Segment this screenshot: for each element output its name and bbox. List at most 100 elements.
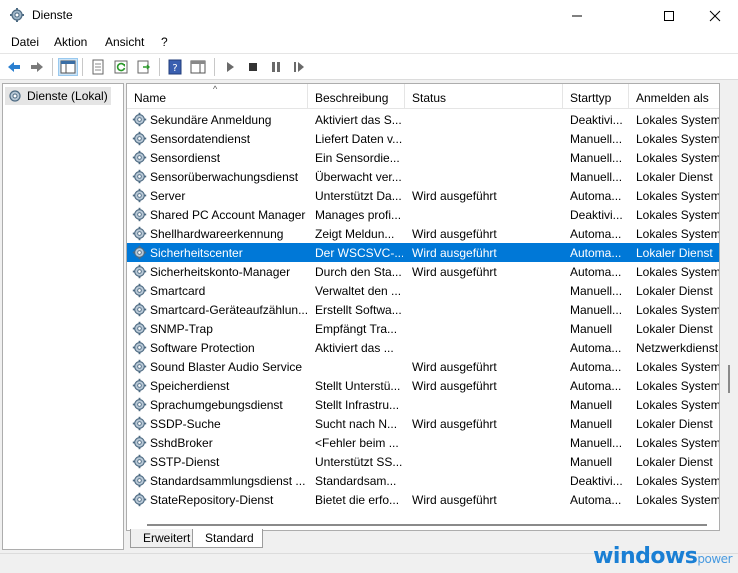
service-name: SNMP-Trap <box>150 322 213 336</box>
service-starttype: Automa... <box>570 341 622 355</box>
table-row[interactable]: Sensordienst Ein Sensordie... Manuell... Lo… <box>127 148 719 167</box>
table-row[interactable]: Sekundäre Anmeldung Aktiviert das S... Dea… <box>127 110 719 129</box>
show-hide-console-tree-button[interactable] <box>58 58 78 76</box>
service-gear-icon <box>132 264 147 279</box>
stop-service-button[interactable] <box>243 58 263 76</box>
service-gear-icon <box>132 188 147 203</box>
start-service-button[interactable] <box>220 58 240 76</box>
service-starttype: Manuell... <box>570 284 623 298</box>
restart-service-button[interactable] <box>289 58 309 76</box>
column-name[interactable]: Name ^ <box>127 84 308 109</box>
service-name: Server <box>150 189 186 203</box>
table-row[interactable]: SSTP-Dienst Unterstützt SS... Manuell Lokal… <box>127 452 719 471</box>
table-row[interactable]: Shellhardwareerkennung Zeigt Meldun... Wir… <box>127 224 719 243</box>
table-row[interactable]: Sprachumgebungsdienst Stellt Infrastru...… <box>127 395 719 414</box>
service-logon: Lokales System <box>636 493 720 507</box>
service-logon: Netzwerkdienst <box>636 341 719 355</box>
table-row[interactable]: Speicherdienst Stellt Unterstü... Wird aus… <box>127 376 719 395</box>
watermark-logo: windowspower <box>593 544 732 569</box>
service-starttype: Manuell... <box>570 170 623 184</box>
scroll-thumb[interactable] <box>147 524 707 526</box>
service-description: Unterstützt Da... <box>315 189 402 203</box>
service-logon: Lokaler Dienst <box>636 455 713 469</box>
tree-item-services-local[interactable]: Dienste (Lokal) <box>5 87 111 105</box>
service-starttype: Manuell... <box>570 303 623 317</box>
table-row[interactable]: Sensorüberwachungsdienst Überwacht ver...… <box>127 167 719 186</box>
service-starttype: Automa... <box>570 360 622 374</box>
table-row[interactable]: Shared PC Account Manager Manages profi..… <box>127 205 720 224</box>
table-row[interactable]: Sicherheitscenter Der WSCSVC-... Wird ausg… <box>127 243 719 262</box>
service-logon: Lokaler Dienst <box>636 322 713 336</box>
service-gear-icon <box>132 245 147 260</box>
toolbar-separator <box>82 58 83 76</box>
action-pane-icon <box>190 60 206 74</box>
service-starttype: Manuell... <box>570 151 623 165</box>
table-row[interactable]: Smartcard Verwaltet den ... Manuell... Loka… <box>127 281 719 300</box>
service-name: Shellhardwareerkennung <box>150 227 284 241</box>
service-description: Erstellt Softwa... <box>315 303 402 317</box>
service-starttype: Automa... <box>570 265 622 279</box>
table-row[interactable]: SSDP-Suche Sucht nach N... Wird ausgeführt… <box>127 414 719 433</box>
service-name: Sicherheitscenter <box>150 246 243 260</box>
service-name: Software Protection <box>150 341 255 355</box>
scroll-thumb[interactable] <box>728 365 730 393</box>
toolbar-separator <box>159 58 160 76</box>
table-row[interactable]: Software Protection Aktiviert das ... Auto… <box>127 338 719 357</box>
column-starttype[interactable]: Starttyp <box>563 84 629 109</box>
properties-button[interactable] <box>88 58 108 76</box>
table-row[interactable]: Sicherheitskonto-Manager Durch den Sta...… <box>127 262 719 281</box>
service-gear-icon <box>132 131 147 146</box>
table-row[interactable]: SNMP-Trap Empfängt Tra... Manuell Lokaler D… <box>127 319 719 338</box>
arrow-left-icon <box>8 62 20 72</box>
service-description: Überwacht ver... <box>315 170 402 184</box>
table-row[interactable]: Standardsammlungsdienst ... Standardsam..… <box>127 471 719 490</box>
refresh-button[interactable] <box>111 58 131 76</box>
menu-aktion[interactable]: Aktion <box>54 35 87 49</box>
table-row[interactable]: Sound Blaster Audio Service Wird ausgefüh… <box>127 357 720 376</box>
forward-button[interactable] <box>27 58 47 76</box>
show-action-pane-button[interactable] <box>188 58 208 76</box>
service-status: Wird ausgeführt <box>412 265 497 279</box>
service-gear-icon <box>132 169 147 184</box>
export-list-button[interactable] <box>134 58 154 76</box>
service-logon: Lokaler Dienst <box>636 417 713 431</box>
service-gear-icon <box>132 302 147 317</box>
service-description: Verwaltet den ... <box>315 284 402 298</box>
menu-datei[interactable]: Datei <box>11 35 39 49</box>
service-description: Aktiviert das ... <box>315 341 394 355</box>
back-button[interactable] <box>4 58 24 76</box>
toolbar-separator <box>214 58 215 76</box>
maximize-button[interactable] <box>646 0 692 31</box>
service-status: Wird ausgeführt <box>412 246 497 260</box>
close-button[interactable] <box>692 0 738 31</box>
service-starttype: Deaktivi... <box>570 474 623 488</box>
service-gear-icon <box>132 321 147 336</box>
column-logon[interactable]: Anmelden als <box>629 84 719 109</box>
service-logon: Lokales System <box>636 360 720 374</box>
table-row[interactable]: Sensordatendienst Liefert Daten v... Manue… <box>127 129 719 148</box>
refresh-icon <box>114 60 128 74</box>
table-row[interactable]: Server Unterstützt Da... Wird ausgeführt Au… <box>127 186 720 205</box>
menu-ansicht[interactable]: Ansicht <box>105 35 144 49</box>
svg-text:?: ? <box>172 63 177 74</box>
vertical-scrollbar[interactable] <box>722 83 736 531</box>
service-description: Manages profi... <box>315 208 402 222</box>
help-button[interactable]: ? <box>165 58 185 76</box>
column-status[interactable]: Status <box>405 84 563 109</box>
pause-service-button[interactable] <box>266 58 286 76</box>
column-description[interactable]: Beschreibung <box>308 84 405 109</box>
service-logon: Lokales System <box>636 189 720 203</box>
service-logon: Lokales System <box>636 208 720 222</box>
tab-erweitert[interactable]: Erweitert <box>130 529 200 548</box>
service-starttype: Automa... <box>570 246 622 260</box>
table-row[interactable]: SshdBroker <Fehler beim ... Manuell... Loka… <box>127 433 719 452</box>
tab-standard[interactable]: Standard <box>192 529 263 548</box>
table-row[interactable]: Smartcard-Geräteaufzählun... Erstellt Sof… <box>127 300 719 319</box>
table-row[interactable]: StateRepository-Dienst Bietet die erfo...… <box>127 490 720 509</box>
menu-help[interactable]: ? <box>161 35 168 49</box>
minimize-button[interactable] <box>554 0 600 31</box>
service-gear-icon <box>132 359 147 374</box>
service-gear-icon <box>132 473 147 488</box>
stop-icon <box>249 63 257 71</box>
play-icon <box>227 62 234 72</box>
